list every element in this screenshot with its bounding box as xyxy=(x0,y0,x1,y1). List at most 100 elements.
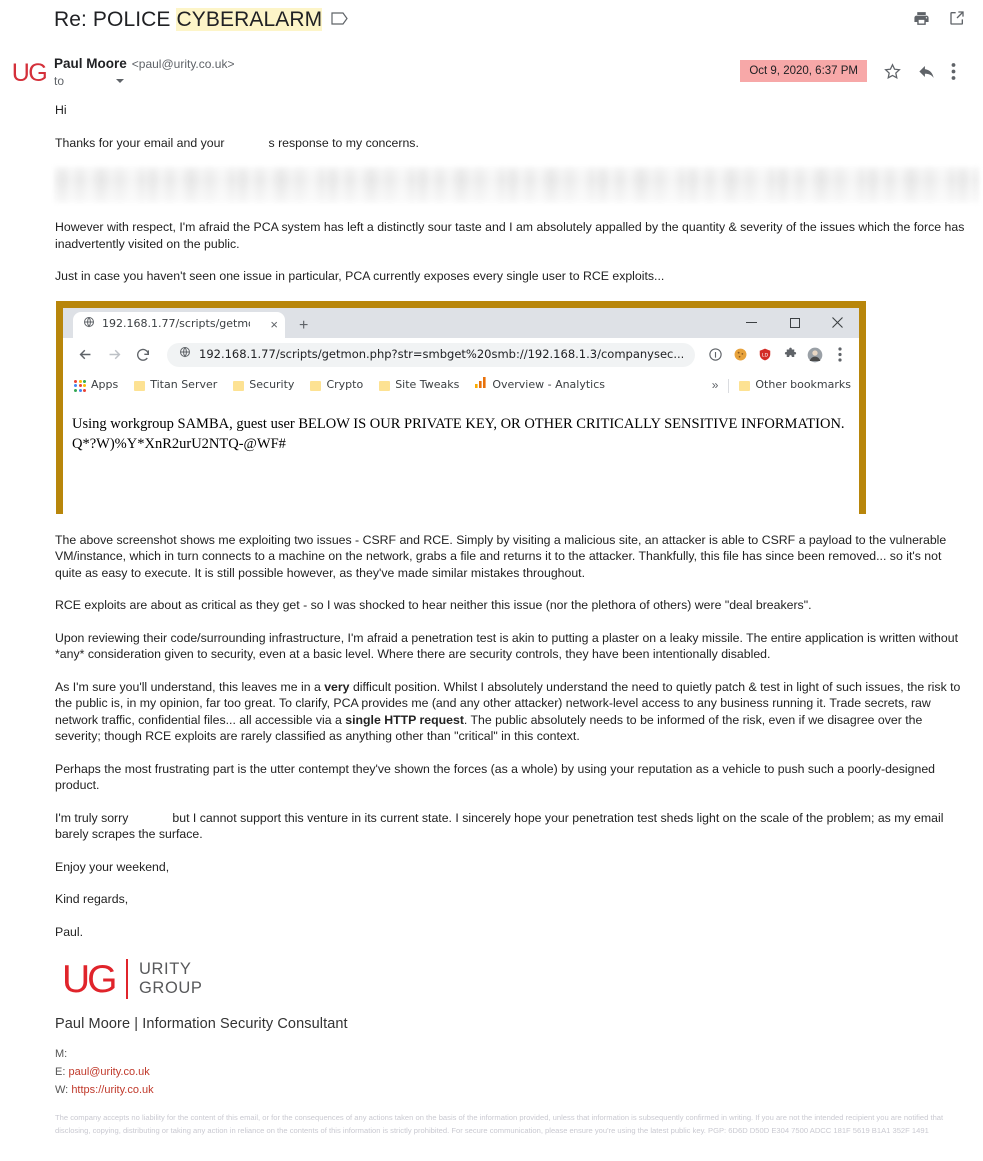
email-link[interactable]: paul@urity.co.uk xyxy=(68,1066,149,1078)
chevron-down-icon[interactable] xyxy=(116,79,125,83)
paragraph-above-screenshot: The above screenshot shows me exploiting… xyxy=(55,532,947,580)
bookmark-label: Other bookmarks xyxy=(755,378,851,392)
bookmarks-overflow-area: » Other bookmarks xyxy=(712,377,851,394)
forward-arrow-icon[interactable] xyxy=(101,342,127,368)
star-icon[interactable] xyxy=(883,62,901,80)
bookmark-label: Overview - Analytics xyxy=(492,378,606,392)
signature-name-title: Paul Moore | Information Security Consul… xyxy=(55,1016,348,1032)
bookmark-overview-analytics[interactable]: Overview - Analytics xyxy=(475,377,613,394)
print-icon[interactable] xyxy=(913,10,931,28)
apps-grid-icon xyxy=(74,379,86,392)
mobile-label: M: xyxy=(55,1048,68,1060)
avatar: UG xyxy=(11,58,48,87)
to-label: to xyxy=(54,74,65,88)
message-date: Oct 9, 2020, 6:37 PM xyxy=(740,60,867,82)
paragraph-signoff-name: Paul. xyxy=(55,924,84,939)
bookmark-label: Crypto xyxy=(326,378,364,392)
paragraph-truly-sorry: I'm truly sorry but I cannot support this… xyxy=(55,810,967,843)
text-segment: As I'm sure you'll understand, this leav… xyxy=(55,679,325,694)
email-header: Re: POLICE CYBERALARM xyxy=(0,0,983,46)
email-label: E: xyxy=(55,1066,66,1078)
extensions-puzzle-icon[interactable] xyxy=(779,344,801,366)
divider xyxy=(728,378,730,393)
paragraph-however: However with respect, I'm afraid the PCA… xyxy=(55,220,965,251)
bookmark-site-tweaks[interactable]: Site Tweaks xyxy=(379,377,467,394)
sender-meta: Paul Moore <paul@urity.co.uk> to xyxy=(54,54,234,98)
folder-icon xyxy=(739,380,751,391)
bookmark-titan-server[interactable]: Titan Server xyxy=(134,377,225,394)
paragraph-upon-reviewing: Upon reviewing their code/surrounding in… xyxy=(55,630,958,662)
bookmarks-bar: Apps Titan Server Security Crypto Site T… xyxy=(63,371,859,400)
logo-wordmark: URITY GROUP xyxy=(139,960,203,998)
paragraph-difficult-position: As I'm sure you'll understand, this leav… xyxy=(55,679,967,745)
bookmark-crypto[interactable]: Crypto xyxy=(310,377,371,394)
emphasis-very: very xyxy=(324,679,350,694)
page-info-icon[interactable] xyxy=(704,344,726,366)
maximize-button[interactable] xyxy=(773,308,816,338)
globe-icon xyxy=(179,346,191,363)
signature-mobile: M: xyxy=(55,1045,967,1063)
sender-line: Paul Moore <paul@urity.co.uk> xyxy=(54,56,234,71)
close-window-button[interactable] xyxy=(816,308,859,338)
sorry-text-b: but I cannot support this venture in its… xyxy=(55,810,944,842)
profile-avatar-icon[interactable] xyxy=(804,344,826,366)
signature-email: E: paul@urity.co.uk xyxy=(55,1063,967,1081)
subject-prefix: Re: POLICE xyxy=(54,8,177,31)
chrome-menu-icon[interactable] xyxy=(829,344,851,366)
svg-text:LD: LD xyxy=(762,352,769,358)
overflow-chevron-icon[interactable]: » xyxy=(712,377,719,394)
reply-icon[interactable] xyxy=(917,62,935,80)
sender-name[interactable]: Paul Moore xyxy=(54,56,127,71)
emphasis-single-http-request: single HTTP request xyxy=(345,712,464,727)
recipient-line[interactable]: to xyxy=(54,74,234,88)
sorry-text-a: I'm truly sorry xyxy=(55,810,129,825)
bookmark-other-bookmarks[interactable]: Other bookmarks xyxy=(739,377,851,394)
page-title: Re: POLICE CYBERALARM xyxy=(54,8,323,32)
logo-divider xyxy=(125,959,128,999)
new-tab-button[interactable]: + xyxy=(299,317,308,334)
bookmark-label: Site Tweaks xyxy=(395,378,460,392)
window-controls xyxy=(730,308,859,338)
folder-icon xyxy=(233,380,245,391)
signature-website: W: https://urity.co.uk xyxy=(55,1081,967,1099)
lastpass-icon[interactable]: LD xyxy=(754,344,776,366)
sender-row: UG Paul Moore <paul@urity.co.uk> to Oct … xyxy=(0,46,983,98)
sender-email[interactable]: <paul@urity.co.uk> xyxy=(132,57,235,71)
browser-tab[interactable]: 192.168.1.77/scripts/getmon.php × xyxy=(73,311,285,338)
reload-icon[interactable] xyxy=(130,342,156,368)
close-icon[interactable]: × xyxy=(270,318,278,331)
paragraph-kind-regards: Kind regards, xyxy=(55,892,129,906)
logo-word-line2: GROUP xyxy=(139,979,203,997)
cookie-icon[interactable] xyxy=(729,344,751,366)
thanks-text-a: Thanks for your email and your xyxy=(55,135,225,150)
bookmark-security[interactable]: Security xyxy=(233,377,302,394)
paragraph-frustrating: Perhaps the most frustrating part is the… xyxy=(55,761,936,793)
legal-disclaimer: The company accepts no liability for the… xyxy=(55,1113,944,1135)
bookmark-label: Titan Server xyxy=(150,378,218,392)
globe-icon xyxy=(83,316,95,333)
browser-toolbar: 192.168.1.77/scripts/getmon.php?str=smbg… xyxy=(63,337,859,372)
paragraph-rce-critical: RCE exploits are about as critical as th… xyxy=(55,598,812,612)
message-actions: Oct 9, 2020, 6:37 PM xyxy=(740,60,969,82)
urity-group-logo: UG URITY GROUP xyxy=(62,956,967,1002)
folder-icon xyxy=(134,380,146,391)
folder-icon xyxy=(379,380,391,391)
paragraph-greeting: Hi xyxy=(55,103,67,117)
thanks-text-b: s response to my concerns. xyxy=(268,135,419,150)
browser-tabstrip: 192.168.1.77/scripts/getmon.php × + xyxy=(63,307,859,338)
paragraph-thanks: Thanks for your email and your s response… xyxy=(55,135,967,152)
browser-page-content: Using workgroup SAMBA, guest user BELOW … xyxy=(63,399,859,514)
redacted-paragraph-block xyxy=(54,167,979,203)
page-text-line-1: Using workgroup SAMBA, guest user BELOW … xyxy=(72,415,845,432)
back-arrow-icon[interactable] xyxy=(72,342,98,368)
more-options-icon[interactable] xyxy=(951,62,969,80)
bookmark-label: Security xyxy=(249,378,295,392)
minimize-button[interactable] xyxy=(730,308,773,338)
subject-highlight: CYBERALARM xyxy=(176,8,323,31)
browser-tab-title: 192.168.1.77/scripts/getmon.php xyxy=(102,317,250,331)
logo-mark: UG xyxy=(62,957,117,1001)
website-link[interactable]: https://urity.co.uk xyxy=(71,1084,153,1096)
open-in-new-window-icon[interactable] xyxy=(949,10,967,28)
bookmark-apps[interactable]: Apps xyxy=(74,377,126,394)
address-bar[interactable]: 192.168.1.77/scripts/getmon.php?str=smbg… xyxy=(167,342,695,367)
